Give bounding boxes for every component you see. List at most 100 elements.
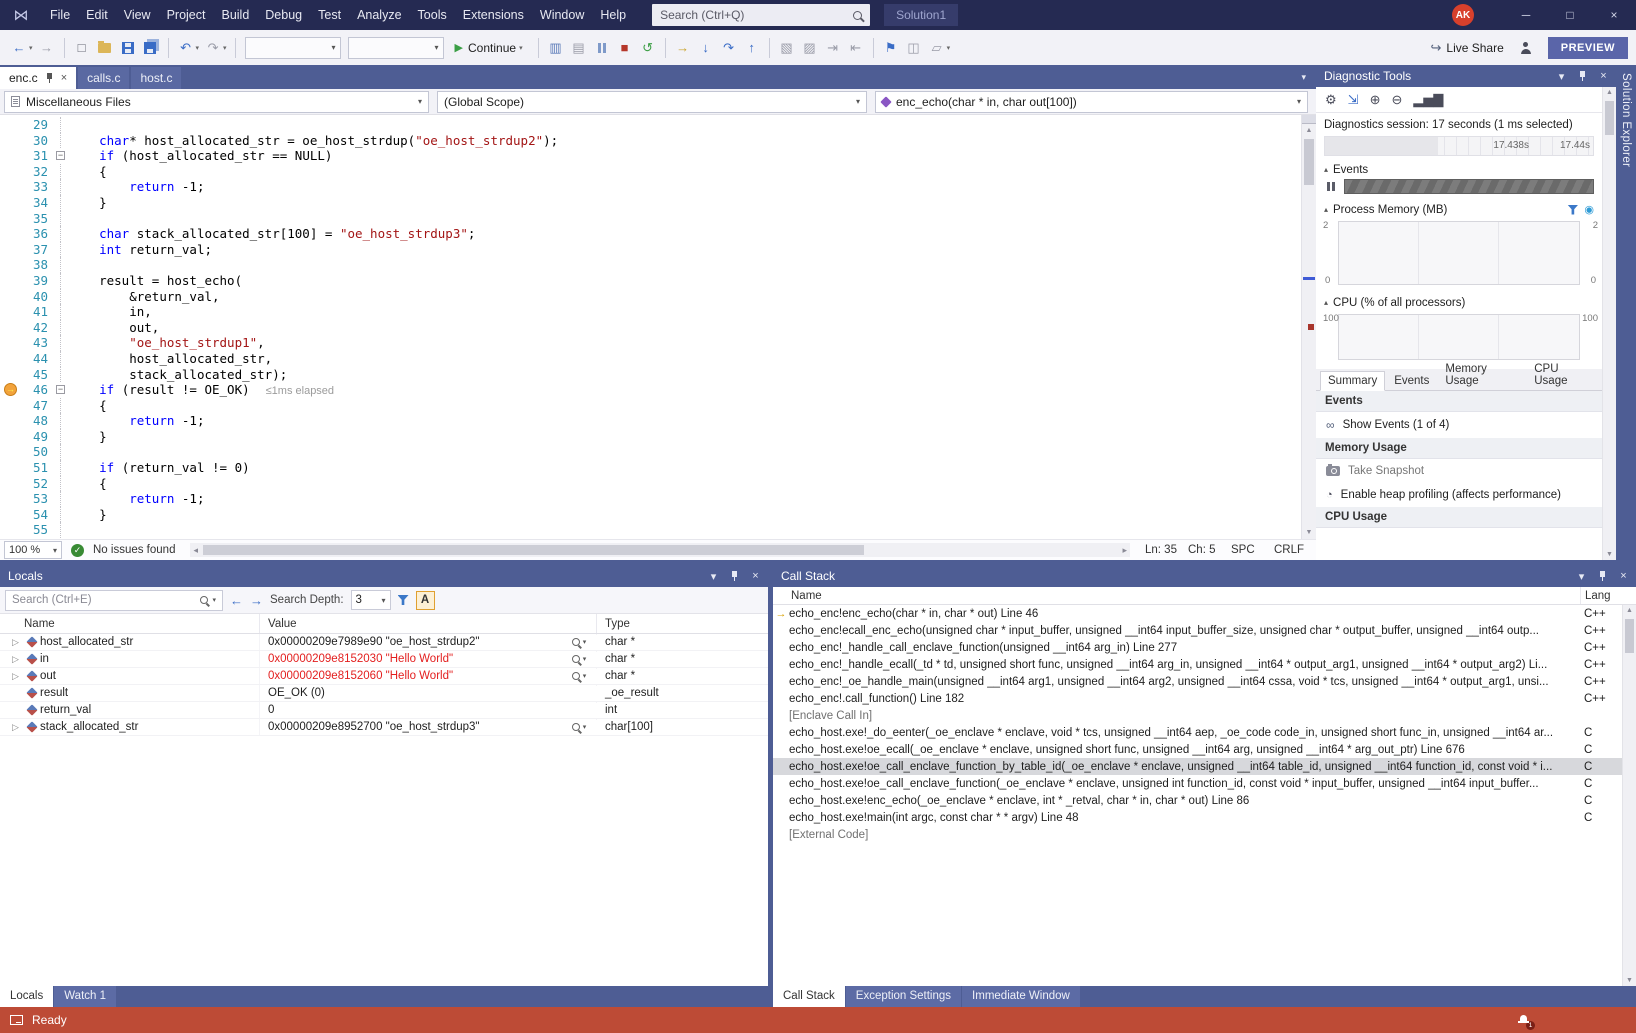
variable-value[interactable]: 0x00000209e7989e90 "oe_host_strdup2" xyxy=(260,634,597,650)
fold-collapse-icon[interactable]: − xyxy=(56,385,65,394)
diagnostics-scrollbar[interactable]: ▲ ▼ xyxy=(1602,87,1616,560)
configuration-dropdown[interactable]: ▾ xyxy=(245,37,341,59)
chevron-down-icon[interactable]: ▾ xyxy=(705,570,722,583)
breakpoint-margin[interactable] xyxy=(0,398,20,414)
events-section-header[interactable]: ▴ Events xyxy=(1316,160,1602,179)
callstack-scrollbar[interactable]: ▲ ▼ xyxy=(1622,605,1636,986)
variable-value[interactable]: 0x00000209e8152030 "Hello World" xyxy=(260,651,597,667)
dropdown-caret-icon[interactable]: ▾ xyxy=(196,44,200,52)
menu-item-analyze[interactable]: Analyze xyxy=(349,0,409,30)
stop-icon[interactable]: ■ xyxy=(614,36,636,60)
dropdown-caret-icon[interactable]: ▾ xyxy=(223,44,227,52)
column-header-language[interactable]: Lang xyxy=(1580,587,1622,604)
code-line-32[interactable]: 32 { xyxy=(0,164,1301,180)
column-header-name[interactable]: Name xyxy=(773,590,1580,602)
events-track[interactable] xyxy=(1344,179,1594,194)
visualizer-magnifier-icon[interactable] xyxy=(572,672,580,680)
callstack-frame[interactable]: echo_enc!ecall_enc_echo(unsigned char * … xyxy=(773,622,1622,639)
callstack-frame[interactable]: [Enclave Call In] xyxy=(773,707,1622,724)
visualizer-magnifier-icon[interactable] xyxy=(572,638,580,646)
code-line-31[interactable]: 31− if (host_allocated_str == NULL) xyxy=(0,148,1301,164)
code-line-33[interactable]: 33 return -1; xyxy=(0,179,1301,195)
breakpoint-margin[interactable] xyxy=(0,148,20,164)
close-window-button[interactable]: × xyxy=(1592,0,1636,30)
breakpoint-margin[interactable] xyxy=(0,226,20,242)
account-avatar[interactable]: AK xyxy=(1452,4,1474,26)
column-header-value[interactable]: Value xyxy=(260,614,597,633)
diagnostic-tools-titlebar[interactable]: Diagnostic Tools ▾ × xyxy=(1316,65,1616,87)
variable-value[interactable]: 0x00000209e8152060 "Hello World" xyxy=(260,668,597,684)
breakpoint-margin[interactable] xyxy=(0,507,20,523)
outdent-icon[interactable]: ⇤ xyxy=(845,36,867,60)
callstack-frame[interactable]: echo_host.exe!main(int argc, const char … xyxy=(773,809,1622,826)
callstack-frame[interactable]: echo_enc!_handle_call_enclave_function(u… xyxy=(773,639,1622,656)
close-icon[interactable]: × xyxy=(1615,570,1632,582)
perf-tip[interactable]: ≤1ms elapsed xyxy=(266,385,334,397)
scrollbar-thumb[interactable] xyxy=(1625,619,1634,653)
save-icon[interactable] xyxy=(117,36,139,60)
breakpoint-margin[interactable] xyxy=(0,289,20,305)
zoom-in-icon[interactable]: ⊕ xyxy=(1370,92,1381,108)
eol-indicator[interactable]: CRLF xyxy=(1274,544,1308,556)
panel-tab-locals[interactable]: Locals xyxy=(0,986,53,1007)
misc-tool-icon-1[interactable]: ◫ xyxy=(903,36,925,60)
split-editor-grip[interactable] xyxy=(1302,115,1316,124)
expand-triangle-icon[interactable]: ▷ xyxy=(12,722,24,733)
breakpoint-margin[interactable] xyxy=(0,367,20,383)
pin-icon[interactable] xyxy=(1574,71,1591,82)
member-dropdown[interactable]: enc_echo(char * in, char out[100]) ▾ xyxy=(875,91,1308,113)
filter-icon[interactable] xyxy=(398,595,409,605)
panel-tab-watch-1[interactable]: Watch 1 xyxy=(54,986,116,1007)
code-line-53[interactable]: 53 return -1; xyxy=(0,491,1301,507)
indent-icon[interactable]: ⇥ xyxy=(822,36,844,60)
callstack-frame[interactable]: echo_host.exe!oe_call_enclave_function(_… xyxy=(773,775,1622,792)
scroll-up-icon[interactable]: ▲ xyxy=(1623,607,1636,614)
minimize-button[interactable]: ─ xyxy=(1504,0,1548,30)
code-line-35[interactable]: 35 xyxy=(0,211,1301,227)
code-line-55[interactable]: 55 xyxy=(0,522,1301,538)
visualizer-caret-icon[interactable]: ▾ xyxy=(583,655,587,663)
variable-value[interactable]: 0x00000209e8952700 "oe_host_strdup3" xyxy=(260,719,597,735)
callstack-frame[interactable]: echo_enc!_oe_handle_main(unsigned __int6… xyxy=(773,673,1622,690)
code-line-42[interactable]: 42 out, xyxy=(0,320,1301,336)
timeline-ruler[interactable]: 17.438s 17.44s xyxy=(1324,136,1594,156)
callstack-frame[interactable]: echo_host.exe!oe_ecall(_oe_enclave * enc… xyxy=(773,741,1622,758)
pin-icon[interactable] xyxy=(726,571,743,582)
breakpoint-margin[interactable] xyxy=(0,444,20,460)
variable-value[interactable]: 0 xyxy=(260,702,597,718)
code-line-29[interactable]: 29 xyxy=(0,117,1301,133)
pause-icon[interactable] xyxy=(591,36,613,60)
pin-icon[interactable] xyxy=(45,73,54,84)
step-into-icon[interactable]: ↓ xyxy=(695,36,717,60)
locals-row-in[interactable]: ▷in0x00000209e8152030 "Hello World"▾char… xyxy=(0,651,768,668)
callstack-frame[interactable]: echo_host.exe!oe_call_enclave_function_b… xyxy=(773,758,1622,775)
code-analysis-icon[interactable]: ▧ xyxy=(776,36,798,60)
code-line-34[interactable]: 34 } xyxy=(0,195,1301,211)
scroll-right-icon[interactable]: ▸ xyxy=(1119,545,1130,556)
zoom-dropdown[interactable]: 100 % ▾ xyxy=(4,541,62,559)
callstack-frame[interactable]: echo_host.exe!enc_echo(_oe_enclave * enc… xyxy=(773,792,1622,809)
step-out-icon[interactable]: ↑ xyxy=(741,36,763,60)
code-line-44[interactable]: 44 host_allocated_str, xyxy=(0,351,1301,367)
breakpoint-margin[interactable] xyxy=(0,195,20,211)
pause-events-icon[interactable] xyxy=(1322,180,1340,194)
notifications-bell-icon[interactable]: 1 xyxy=(1518,1014,1530,1026)
editor-horizontal-scrollbar[interactable]: ◂ ▸ xyxy=(190,543,1130,557)
locals-row-host-allocated-str[interactable]: ▷host_allocated_str0x00000209e7989e90 "o… xyxy=(0,634,768,651)
callstack-frame[interactable]: echo_enc!_handle_ecall(_td * td, unsigne… xyxy=(773,656,1622,673)
breakpoint-margin[interactable] xyxy=(0,133,20,149)
close-icon[interactable]: × xyxy=(747,570,764,582)
visualizer-magnifier-icon[interactable] xyxy=(572,723,580,731)
code-line-39[interactable]: 39 result = host_echo( xyxy=(0,273,1301,289)
info-circle-icon[interactable]: ◉ xyxy=(1584,203,1594,216)
scrollbar-thumb[interactable] xyxy=(1304,139,1314,185)
menu-item-tools[interactable]: Tools xyxy=(410,0,455,30)
breakpoint-margin[interactable] xyxy=(0,476,20,492)
fold-collapse-icon[interactable]: − xyxy=(56,151,65,160)
continue-button[interactable]: ▶Continue▾ xyxy=(448,36,532,60)
editor-vertical-scrollbar[interactable]: ▲ ▼ xyxy=(1301,115,1316,539)
nav-back-icon[interactable]: ← xyxy=(8,36,30,60)
pin-icon[interactable] xyxy=(1594,571,1611,582)
breakpoint-margin[interactable] xyxy=(0,179,20,195)
show-next-statement-icon[interactable]: → xyxy=(672,36,694,60)
